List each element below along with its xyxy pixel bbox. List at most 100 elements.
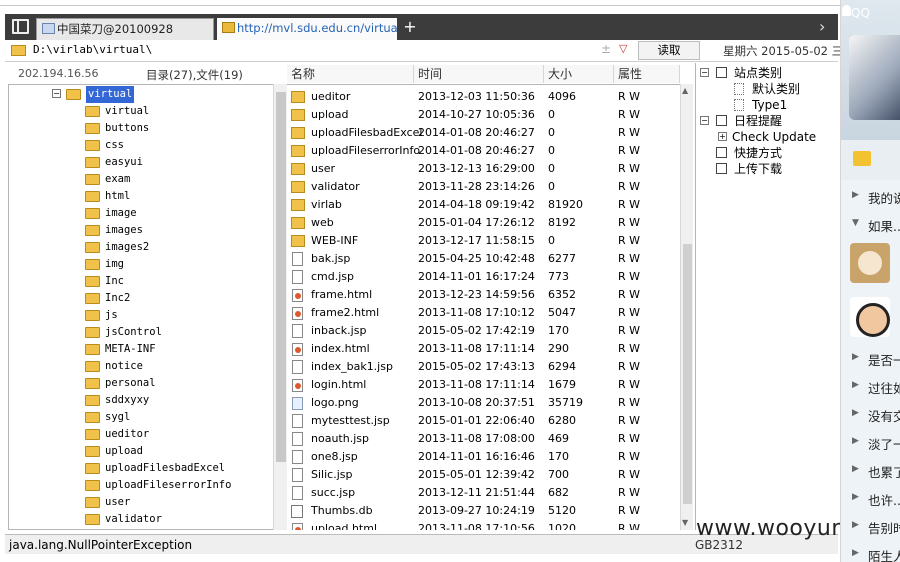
folder-icon [85, 412, 100, 423]
table-row[interactable]: user 2013-12-13 16:29:00 0 R W [287, 160, 680, 178]
table-row[interactable]: logo.png 2013-10-08 20:37:51 35719 R W [287, 394, 680, 412]
folder-icon [85, 242, 100, 253]
folder-icon [291, 217, 305, 229]
date-label: 星期六 2015-05-02 三月 [723, 44, 855, 58]
file-attr: R W [618, 90, 641, 103]
file-time: 2013-11-28 23:14:26 [418, 180, 535, 193]
file-list-scrollbar-thumb[interactable] [683, 244, 692, 504]
file-time: 2014-10-27 10:05:36 [418, 108, 535, 121]
scroll-up-icon[interactable]: ▲ [682, 86, 688, 95]
file-list-scrollbar[interactable]: ▲ ▼ [680, 84, 693, 530]
panel-item-label: 上传下载 [734, 162, 783, 176]
table-row[interactable]: uploadFilesbadExcel 2014-01-08 20:46:27 0 R… [287, 124, 680, 142]
panel-item-label: 快捷方式 [734, 146, 783, 160]
new-tab-plus-icon[interactable]: + [401, 18, 419, 38]
table-row[interactable]: one8.jsp 2014-11-01 16:16:46 170 R W [287, 448, 680, 466]
column-header-name[interactable]: 名称 [287, 65, 414, 83]
table-row[interactable]: frame.html 2013-12-23 14:59:56 6352 R W [287, 286, 680, 304]
table-row[interactable]: virlab 2014-04-18 09:19:42 81920 R W [287, 196, 680, 214]
file-attr: R W [618, 396, 641, 409]
table-row[interactable]: ueditor 2013-12-03 11:50:36 4096 R W [287, 88, 680, 106]
panel-toggle-icon[interactable] [12, 19, 29, 34]
column-header-attr[interactable]: 属性 [614, 65, 680, 83]
panel-item-label: Type1 [752, 98, 788, 112]
collapse-icon[interactable]: − [700, 68, 709, 77]
folder-icon [85, 140, 100, 151]
table-row[interactable]: cmd.jsp 2014-11-01 16:17:24 773 R W [287, 268, 680, 286]
file-name: index.html [311, 342, 370, 355]
tree-item-label: validator [105, 513, 162, 525]
file-attr: R W [618, 522, 641, 530]
path-input[interactable]: D:\virlab\virtual\ [33, 43, 152, 56]
page-icon [734, 83, 744, 95]
column-header-size[interactable]: 大小 [544, 65, 614, 83]
collapse-icon[interactable]: − [52, 89, 61, 98]
tree-item-label: Inc2 [105, 292, 131, 304]
file-attr: R W [618, 306, 641, 319]
expand-icon[interactable]: + [718, 132, 727, 141]
bookmark-icon[interactable]: ± [601, 42, 611, 56]
tab-virtual-url[interactable]: http://mvl.sdu.edu.cn/virtual/... [217, 18, 397, 40]
table-row[interactable]: bak.jsp 2015-04-25 10:42:48 6277 R W [287, 250, 680, 268]
file-attr: R W [618, 360, 641, 373]
qq-sidebar: QQ ▶ 我的说 ▼ 如果... ▶ 是否一 ▶ 过往如 ▶ 没有交 ▶ 淡了一 ▶ 也累了 ▶ 也许... ▶… [840, 0, 900, 562]
file-time: 2013-12-11 21:51:44 [418, 486, 535, 499]
table-row[interactable]: validator 2013-11-28 23:14:26 0 R W [287, 178, 680, 196]
file-time: 2014-11-01 16:16:46 [418, 450, 535, 463]
table-row[interactable]: succ.jsp 2013-12-11 21:51:44 682 R W [287, 484, 680, 502]
table-row[interactable]: Thumbs.db 2013-09-27 10:24:19 5120 R W [287, 502, 680, 520]
folder-icon [85, 497, 100, 508]
table-row[interactable]: noauth.jsp 2013-11-08 17:08:00 469 R W [287, 430, 680, 448]
table-row[interactable]: Silic.jsp 2015-05-01 12:39:42 700 R W [287, 466, 680, 484]
file-attr: R W [618, 144, 641, 157]
file-time: 2014-01-08 20:46:27 [418, 126, 535, 139]
read-button[interactable]: 读取 [638, 41, 700, 60]
file-attr: R W [618, 234, 641, 247]
chevron-right-icon: ▶ [852, 492, 859, 502]
table-row[interactable]: upload.html 2013-11-08 17:10:56 1020 R W [287, 520, 680, 530]
table-row[interactable]: uploadFileserrorInfo 2014-01-08 20:46:27 0… [287, 142, 680, 160]
file-attr: R W [618, 414, 641, 427]
message-icon[interactable] [853, 151, 871, 166]
table-row[interactable]: mytesttest.jsp 2015-01-01 22:06:40 6280 R W [287, 412, 680, 430]
avatar[interactable] [849, 35, 900, 120]
error-message: java.lang.NullPointerException [9, 538, 193, 552]
table-row[interactable]: WEB-INF 2013-12-17 11:58:15 0 R W [287, 232, 680, 250]
file-attr: R W [618, 378, 641, 391]
address-bar: D:\virlab\virtual\ ± ▽ 读取 星期六 2015-05-02… [5, 40, 855, 62]
file-attr: R W [618, 504, 641, 517]
chevron-down-icon[interactable]: ▽ [619, 42, 627, 55]
table-row[interactable]: frame2.html 2013-11-08 17:10:12 5047 R W [287, 304, 680, 322]
tree-item-label: uploadFileserrorInfo [105, 479, 232, 491]
table-row[interactable]: web 2015-01-04 17:26:12 8192 R W [287, 214, 680, 232]
tree-scrollbar[interactable] [273, 84, 287, 530]
file-attr: R W [618, 252, 641, 265]
qq-header: QQ [841, 0, 900, 140]
folder-icon [85, 310, 100, 321]
folder-icon [291, 199, 305, 211]
contact-avatar[interactable] [850, 243, 890, 283]
column-header-time[interactable]: 时间 [414, 65, 544, 83]
table-row[interactable]: index_bak1.jsp 2015-05-02 17:43:13 6294 R W [287, 358, 680, 376]
directory-tree[interactable]: − virtual virtual buttons css easyui exam html… [8, 84, 273, 530]
scroll-down-icon[interactable]: ▼ [682, 518, 688, 527]
file-name: user [311, 162, 335, 175]
panel-item-label: 默认类别 [752, 82, 801, 96]
chevron-right-icon[interactable]: › [819, 17, 825, 36]
table-row[interactable]: upload 2014-10-27 10:05:36 0 R W [287, 106, 680, 124]
file-attr: R W [618, 288, 641, 301]
table-row[interactable]: index.html 2013-11-08 17:11:14 290 R W [287, 340, 680, 358]
table-row[interactable]: login.html 2013-11-08 17:11:14 1679 R W [287, 376, 680, 394]
tree-item-label: sddxyxy [105, 394, 150, 406]
tree-item-label: notice [105, 360, 143, 372]
table-row[interactable]: inback.jsp 2015-05-02 17:42:19 170 R W [287, 322, 680, 340]
contact-avatar[interactable] [850, 297, 890, 337]
collapse-icon[interactable]: − [700, 116, 709, 125]
tab-caidao[interactable]: 中国菜刀@20100928 [36, 18, 214, 40]
file-time: 2014-01-08 20:46:27 [418, 144, 535, 157]
qq-toolbar [841, 140, 900, 180]
folder-icon [85, 259, 100, 270]
qq-list-item-label: 淡了一 [868, 437, 900, 452]
file-attr: R W [618, 108, 641, 121]
tree-scrollbar-thumb[interactable] [276, 92, 286, 462]
